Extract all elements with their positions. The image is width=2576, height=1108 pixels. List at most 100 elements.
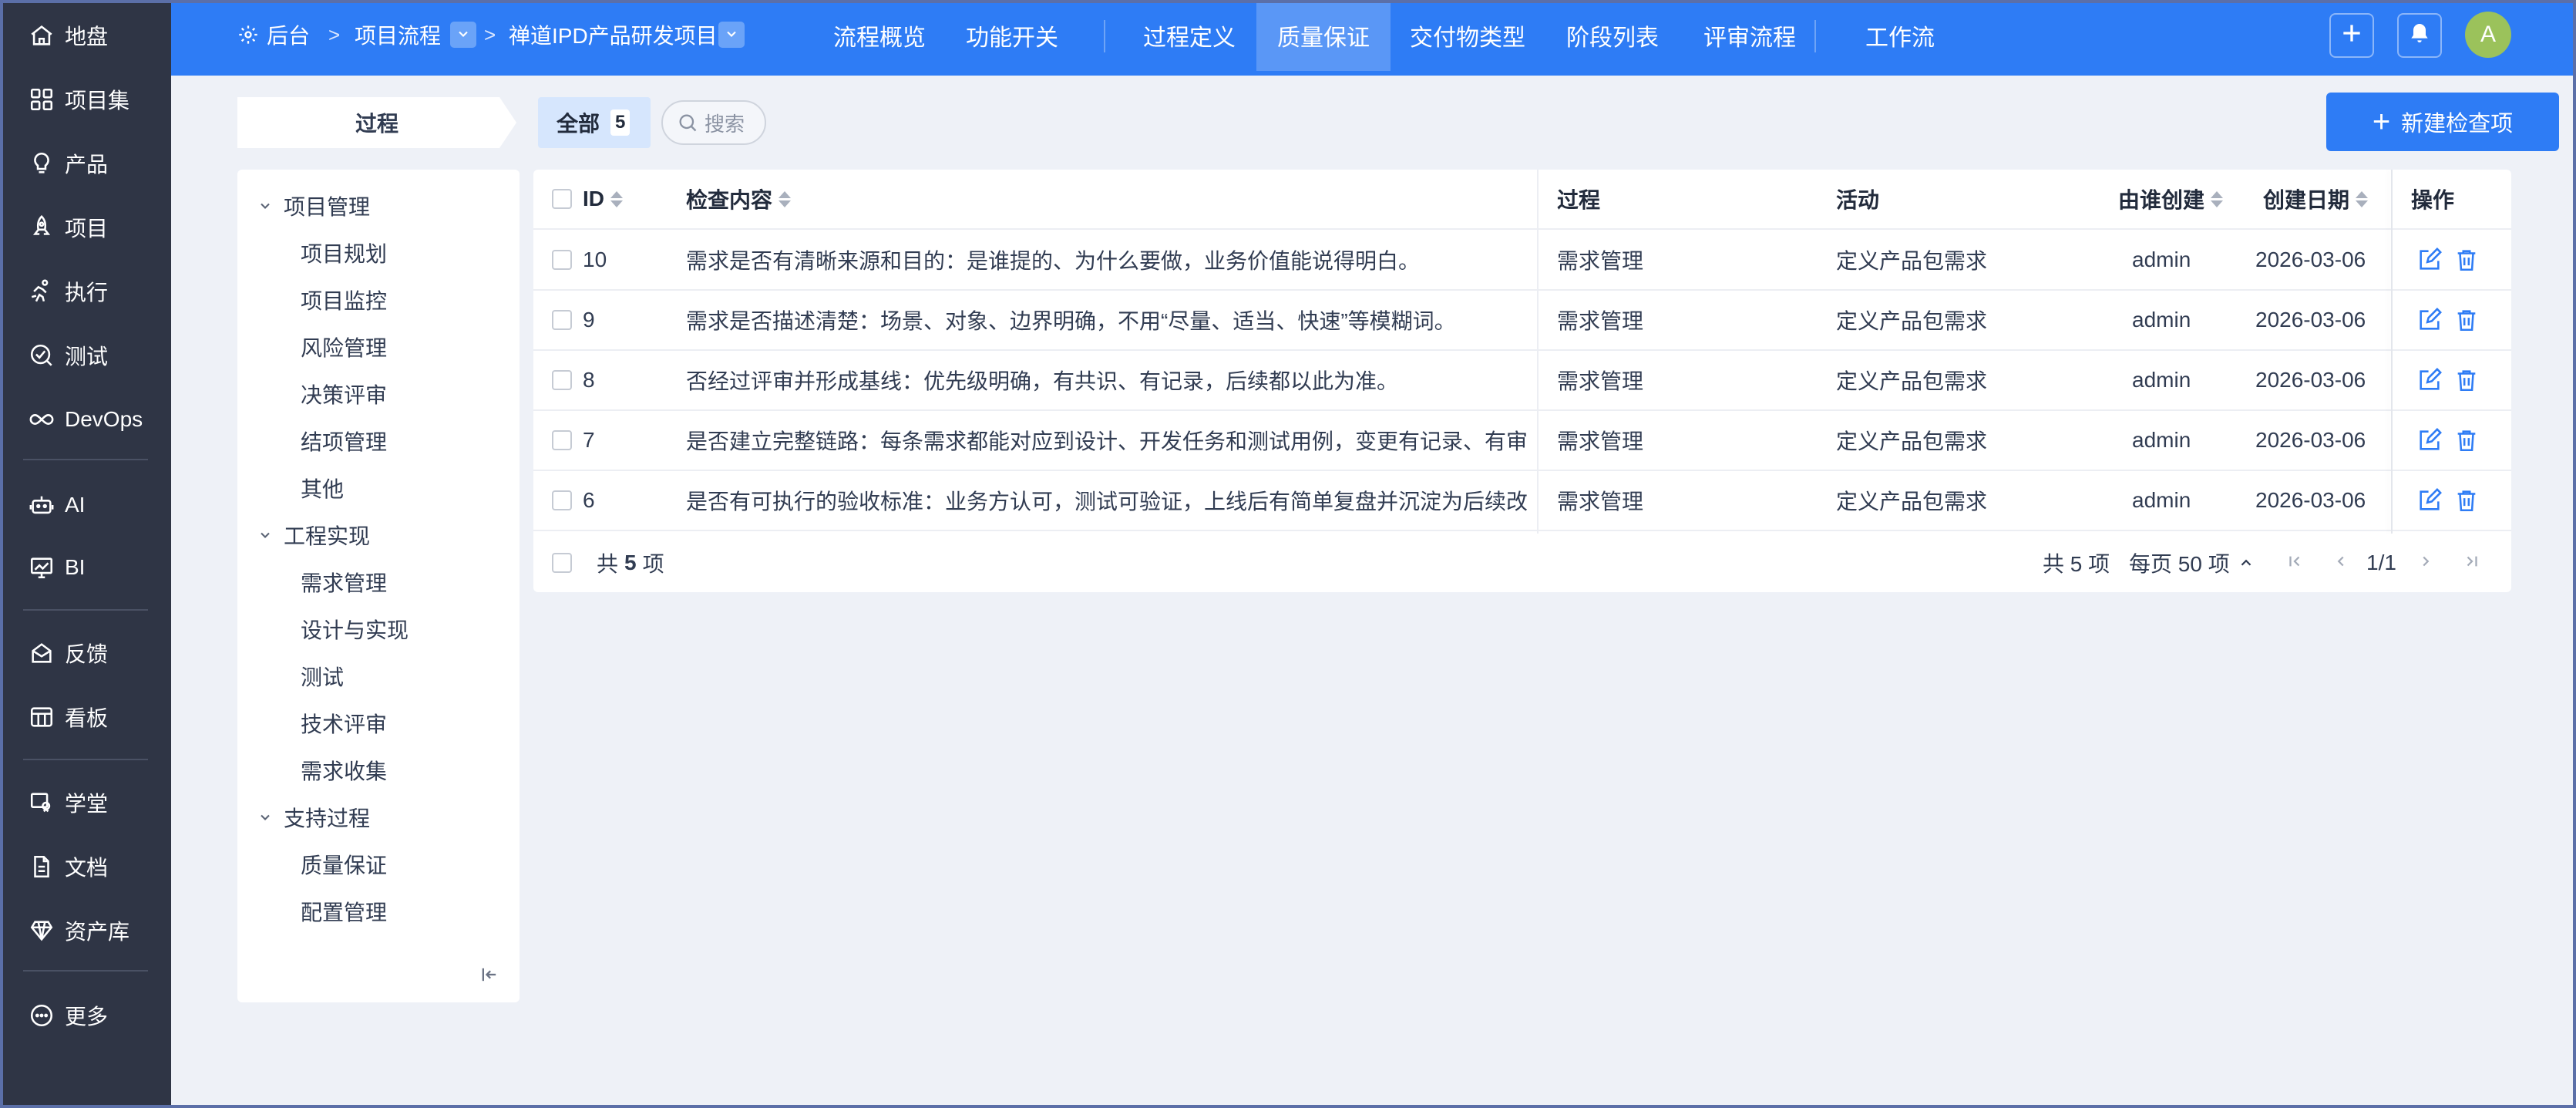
footer-select-all-checkbox[interactable] [552, 534, 572, 592]
table-row: 8 否经过评审并形成基线：优先级明确，有共识、有记录，后续都以此为准。 需求管理… [533, 351, 2511, 411]
project-dropdown-button[interactable] [718, 22, 745, 48]
tab-process-definition[interactable]: 过程定义 [1124, 0, 1255, 71]
run-icon [26, 276, 57, 307]
edit-icon[interactable] [2414, 485, 2445, 516]
select-all-checkbox[interactable] [552, 170, 572, 228]
delete-icon[interactable] [2451, 365, 2482, 396]
tab-feature-switch[interactable]: 功能开关 [947, 0, 1078, 71]
column-date[interactable]: 创建日期 [2263, 170, 2369, 228]
column-creator[interactable]: 由谁创建 [2118, 170, 2224, 228]
row-actions [2414, 411, 2482, 470]
column-content[interactable]: 检查内容 [686, 170, 792, 228]
collapse-panel-button[interactable] [476, 964, 503, 990]
tree-item[interactable]: 决策评审 [301, 375, 387, 413]
sidebar-item-ai[interactable]: AI [0, 480, 171, 530]
tree-item[interactable]: 其他 [301, 469, 344, 507]
add-button[interactable] [2329, 13, 2374, 58]
next-page-button[interactable] [2414, 534, 2437, 592]
row-checkbox[interactable] [552, 411, 572, 470]
sidebar-item-docs[interactable]: 文档 [0, 842, 171, 891]
sidebar-item-product[interactable]: 产品 [0, 139, 171, 188]
row-content[interactable]: 否经过评审并形成基线：优先级明确，有共识、有记录，后续都以此为准。 [686, 351, 1534, 409]
delete-icon[interactable] [2451, 244, 2482, 275]
edit-icon[interactable] [2414, 244, 2445, 275]
edit-icon[interactable] [2414, 305, 2445, 335]
tree-item[interactable]: 设计与实现 [301, 610, 409, 648]
sidebar-item-more[interactable]: 更多 [0, 991, 171, 1040]
sidebar-item-label: 项目 [65, 217, 109, 241]
search-button[interactable]: 搜索 [661, 100, 766, 145]
sidebar-item-home[interactable]: 地盘 [0, 11, 171, 60]
filter-all-tab[interactable]: 全部 5 [538, 97, 651, 148]
per-page-select[interactable]: 每页 50 项 [2129, 534, 2255, 592]
tree-item[interactable]: 技术评审 [301, 704, 387, 743]
row-activity: 定义产品包需求 [1836, 249, 1988, 273]
tree-item[interactable]: 项目规划 [301, 234, 387, 272]
tab-stage-list[interactable]: 阶段列表 [1545, 0, 1680, 71]
sidebar-item-program[interactable]: 项目集 [0, 75, 171, 124]
tab-process-overview[interactable]: 流程概览 [814, 0, 945, 71]
table-row: 10 需求是否有清晰来源和目的：是谁提的、为什么要做，业务价值能说得明白。 需求… [533, 231, 2511, 291]
tree-item[interactable]: 测试 [301, 657, 344, 695]
tree-item[interactable]: 结项管理 [301, 422, 387, 460]
column-id[interactable]: ID [583, 170, 623, 228]
sidebar-item-feedback[interactable]: 反馈 [0, 628, 171, 678]
sidebar-divider [23, 459, 148, 460]
row-content[interactable]: 是否有可执行的验收标准：业务方认可，测试可验证，上线后有简单复盘并沉淀为后续改 [686, 471, 1534, 530]
tab-workflow[interactable]: 工作流 [1834, 0, 1966, 71]
sidebar-item-execution[interactable]: 执行 [0, 267, 171, 316]
sidebar-item-assets[interactable]: 资产库 [0, 906, 171, 955]
create-check-item-button[interactable]: + 新建检查项 [2326, 93, 2559, 151]
row-checkbox[interactable] [552, 351, 572, 409]
tree-item[interactable]: 需求收集 [301, 751, 387, 790]
plus-icon [2339, 21, 2364, 51]
notifications-button[interactable] [2397, 13, 2442, 58]
tree-group-engineering[interactable]: 工程实现 [254, 516, 370, 554]
row-content[interactable]: 需求是否有清晰来源和目的：是谁提的、为什么要做，业务价值能说得明白。 [686, 231, 1534, 289]
breadcrumb-project[interactable]: 禅道IPD产品研发项目 [509, 0, 717, 69]
home-icon [26, 20, 57, 51]
plus-icon: + [2372, 105, 2391, 139]
tree-item[interactable]: 项目监控 [301, 281, 387, 319]
sidebar-item-project[interactable]: 项目 [0, 203, 171, 252]
user-avatar[interactable]: A [2465, 12, 2511, 58]
module-dropdown-button[interactable] [450, 22, 476, 48]
chevron-right-icon [2417, 551, 2434, 575]
delete-icon[interactable] [2451, 425, 2482, 456]
sidebar-item-bi[interactable]: BI [0, 543, 171, 592]
row-checkbox[interactable] [552, 231, 572, 289]
tree-group-project-management[interactable]: 项目管理 [254, 187, 370, 225]
infinity-icon [26, 404, 57, 435]
row-content[interactable]: 是否建立完整链路：每条需求都能对应到设计、开发任务和测试用例，变更有记录、有审 [686, 411, 1534, 470]
tree-item[interactable]: 需求管理 [301, 563, 387, 601]
tab-review-flow[interactable]: 评审流程 [1682, 0, 1818, 71]
tab-deliverable-types[interactable]: 交付物类型 [1392, 0, 1543, 71]
sidebar-item-test[interactable]: 测试 [0, 331, 171, 380]
breadcrumb-home[interactable]: 后台 [237, 0, 310, 69]
edit-icon[interactable] [2414, 365, 2445, 396]
row-checkbox[interactable] [552, 291, 572, 349]
tree-item[interactable]: 质量保证 [301, 845, 387, 884]
first-page-button[interactable] [2283, 534, 2306, 592]
sidebar-item-kanban[interactable]: 看板 [0, 692, 171, 742]
sidebar-item-school[interactable]: 学堂 [0, 778, 171, 827]
bell-icon [2407, 21, 2432, 51]
prev-page-button[interactable] [2329, 534, 2352, 592]
footer-total-suffix: 项 [642, 552, 664, 576]
sidebar-item-devops[interactable]: DevOps [0, 395, 171, 444]
footer-total: 共 5 项 [597, 534, 664, 592]
row-date: 2026-03-06 [2255, 368, 2366, 392]
tree-item[interactable]: 风险管理 [301, 328, 387, 366]
tab-quality-assurance[interactable]: 质量保证 [1256, 0, 1391, 71]
row-checkbox[interactable] [552, 471, 572, 530]
edit-icon[interactable] [2414, 425, 2445, 456]
sidebar-divider [23, 970, 148, 972]
tree-item[interactable]: 配置管理 [301, 892, 387, 931]
breadcrumb-module[interactable]: 项目流程 [355, 0, 441, 69]
delete-icon[interactable] [2451, 305, 2482, 335]
row-content[interactable]: 需求是否描述清楚：场景、对象、边界明确，不用“尽量、适当、快速”等模糊词。 [686, 291, 1534, 349]
tree-group-support[interactable]: 支持过程 [254, 798, 370, 837]
last-page-button[interactable] [2460, 534, 2484, 592]
table-row: 9 需求是否描述清楚：场景、对象、边界明确，不用“尽量、适当、快速”等模糊词。 … [533, 291, 2511, 351]
delete-icon[interactable] [2451, 485, 2482, 516]
